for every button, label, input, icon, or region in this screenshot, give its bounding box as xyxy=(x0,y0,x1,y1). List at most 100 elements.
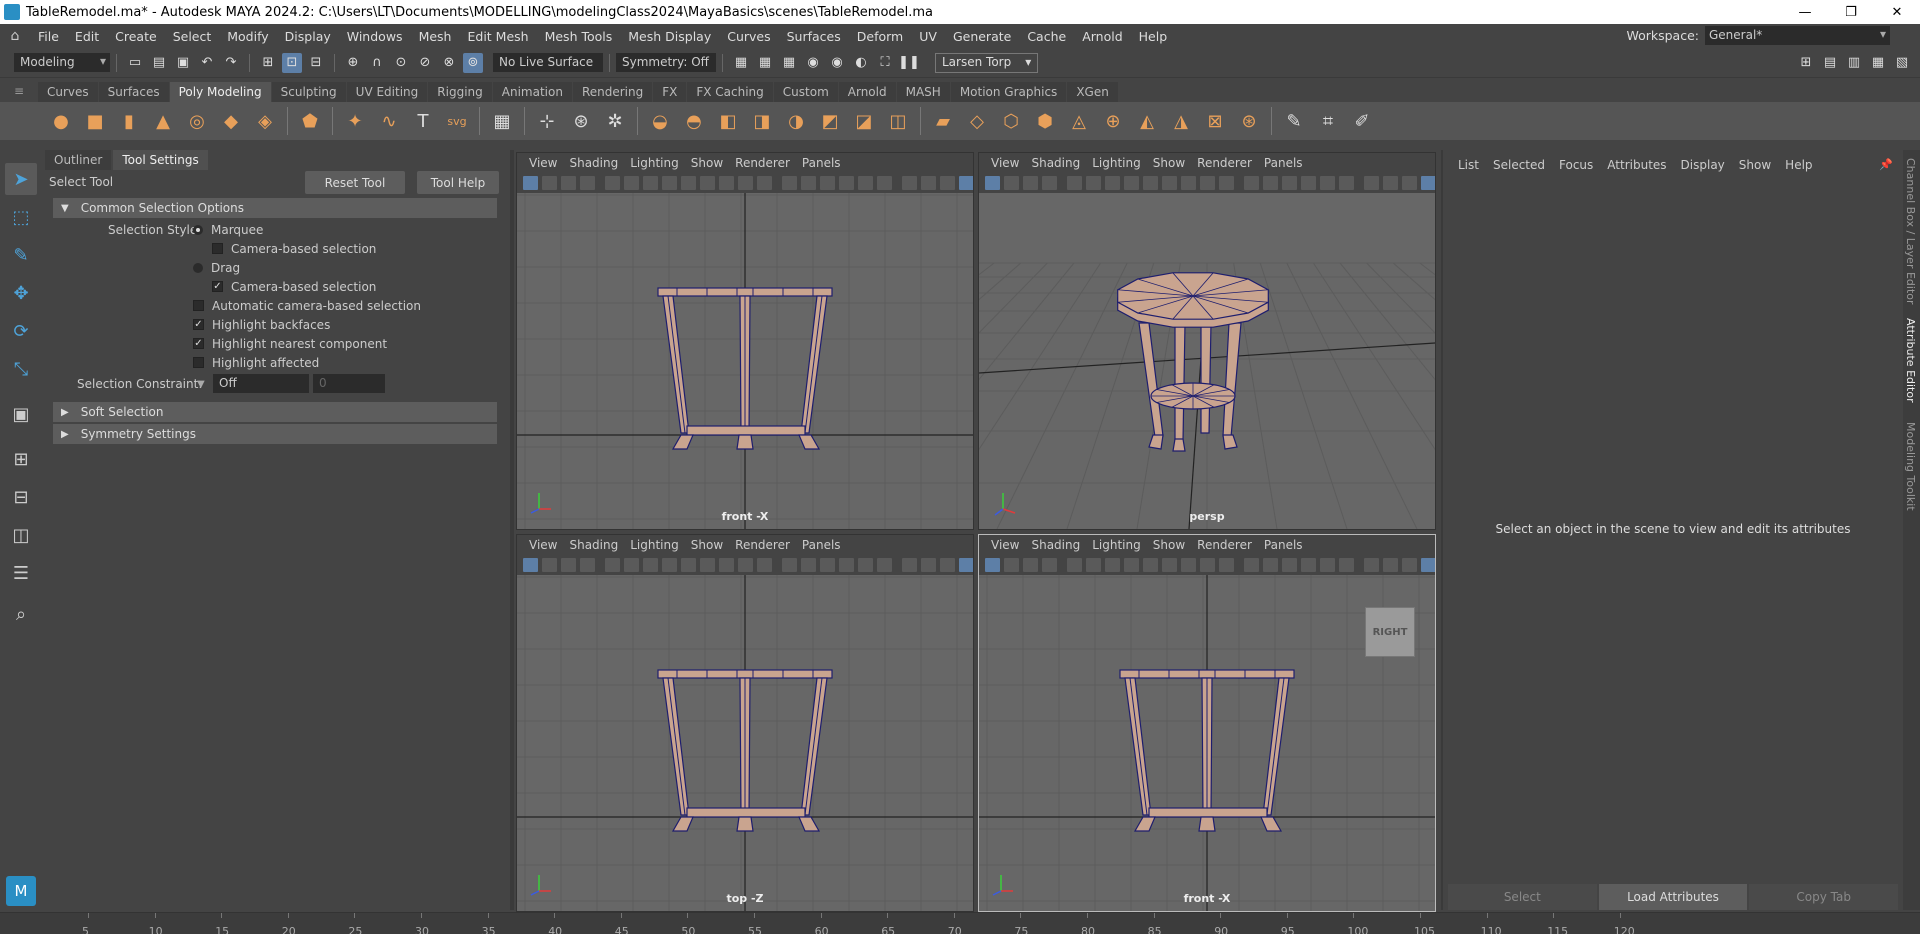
viewport-toolbar-icon[interactable] xyxy=(1402,176,1417,190)
menu-generate[interactable]: Generate xyxy=(945,29,1019,44)
viewport-menu-view[interactable]: View xyxy=(985,538,1025,552)
viewport-toolbar-icon[interactable] xyxy=(1244,176,1259,190)
viewport-toolbar-icon[interactable] xyxy=(985,558,1000,572)
viewport-toolbar-icon[interactable] xyxy=(1086,176,1101,190)
viewport-toolbar-icon[interactable] xyxy=(1162,558,1177,572)
shelf-tab-xgen[interactable]: XGen xyxy=(1067,82,1118,102)
arnold-render-icon[interactable]: ◉ xyxy=(827,53,847,73)
selection-constraint-dropdown[interactable]: Off xyxy=(213,374,309,393)
menu-windows[interactable]: Windows xyxy=(339,29,411,44)
shelf-tab-surfaces[interactable]: Surfaces xyxy=(98,82,169,102)
highlight-affected-checkbox[interactable]: Highlight affected xyxy=(193,356,319,370)
viewport-toolbar-icon[interactable] xyxy=(921,558,936,572)
viewport-menu-shading[interactable]: Shading xyxy=(1025,156,1086,170)
target-weld-icon[interactable]: ◮ xyxy=(1167,107,1195,135)
viewport-toolbar-icon[interactable] xyxy=(1301,176,1316,190)
viewport-canvas[interactable] xyxy=(517,193,973,529)
viewport-front-bottom-right[interactable]: View Shading Lighting Show Renderer Pane… xyxy=(978,534,1436,912)
tab-attribute-editor[interactable]: Attribute Editor xyxy=(1904,318,1917,403)
viewport-canvas[interactable] xyxy=(517,575,973,911)
viewport-toolbar-icon[interactable] xyxy=(523,176,538,190)
viewport-toolbar-icon[interactable] xyxy=(1143,176,1158,190)
viewport-toolbar-icon[interactable] xyxy=(1219,558,1234,572)
menu-mesh-display[interactable]: Mesh Display xyxy=(620,29,719,44)
viewport-toolbar-icon[interactable] xyxy=(1200,176,1215,190)
highlight-nearest-checkbox[interactable]: ✓ Highlight nearest component xyxy=(193,337,387,351)
menu-arnold[interactable]: Arnold xyxy=(1074,29,1130,44)
poly-cone-icon[interactable]: ▲ xyxy=(149,107,177,135)
ae-menu-focus[interactable]: Focus xyxy=(1552,158,1600,172)
lasso-tool-icon[interactable]: ⬚ xyxy=(5,201,37,233)
persp-outliner-layout-icon[interactable]: ◫ xyxy=(5,519,37,551)
collapse-icon[interactable]: ⊠ xyxy=(1201,107,1229,135)
viewport-toolbar-icon[interactable] xyxy=(820,558,835,572)
viewport-toolbar-icon[interactable] xyxy=(605,558,620,572)
maximize-button[interactable]: ❐ xyxy=(1828,0,1874,24)
live-surface-field[interactable]: No Live Surface xyxy=(493,53,603,72)
menu-mesh[interactable]: Mesh xyxy=(411,29,460,44)
menu-help[interactable]: Help xyxy=(1131,29,1176,44)
combine-icon[interactable]: ◒ xyxy=(646,107,674,135)
view-cube[interactable]: RIGHT xyxy=(1365,607,1415,657)
viewport-toolbar-icon[interactable] xyxy=(738,176,753,190)
viewport-toolbar-icon[interactable] xyxy=(940,176,955,190)
pin-icon[interactable]: 📌 xyxy=(1879,158,1893,171)
viewport-toolbar-icon[interactable] xyxy=(1402,558,1417,572)
load-attributes-button[interactable]: Load Attributes xyxy=(1598,884,1748,910)
channel-box-toggle-icon[interactable]: ▦ xyxy=(1868,53,1888,73)
viewport-toolbar-icon[interactable] xyxy=(523,558,538,572)
shelf-tab-rigging[interactable]: Rigging xyxy=(428,82,492,102)
poly-disc-icon[interactable]: ◈ xyxy=(251,107,279,135)
viewport-toolbar-icon[interactable] xyxy=(1023,558,1038,572)
menu-edit[interactable]: Edit xyxy=(67,29,107,44)
menu-select[interactable]: Select xyxy=(165,29,220,44)
undo-icon[interactable]: ↶ xyxy=(197,53,217,73)
save-scene-icon[interactable]: ▣ xyxy=(173,53,193,73)
viewport-toolbar-icon[interactable] xyxy=(700,558,715,572)
snap-surface-icon[interactable]: ⊗ xyxy=(439,53,459,73)
viewport-top-bottom-left[interactable]: View Shading Lighting Show Renderer Pane… xyxy=(516,534,974,912)
shelf-menu-icon[interactable]: ≡ xyxy=(0,80,38,102)
viewport-toolbar-icon[interactable] xyxy=(1162,176,1177,190)
paint-select-tool-icon[interactable]: ✎ xyxy=(5,239,37,271)
pause-icon[interactable]: ❚❚ xyxy=(898,53,920,73)
viewport-toolbar-icon[interactable] xyxy=(839,558,854,572)
wedge-icon[interactable]: ◬ xyxy=(1065,107,1093,135)
viewport-toolbar-icon[interactable] xyxy=(561,558,576,572)
viewport-toolbar-icon[interactable] xyxy=(940,558,955,572)
shelf-tab-animation[interactable]: Animation xyxy=(492,82,572,102)
centre-pivot-icon[interactable]: ⊹ xyxy=(533,107,561,135)
type-tool-icon[interactable]: T xyxy=(409,107,437,135)
bridge-icon[interactable]: ◫ xyxy=(884,107,912,135)
reset-tool-button[interactable]: Reset Tool xyxy=(305,171,405,194)
render-icon[interactable]: ▦ xyxy=(731,53,751,73)
viewport-menu-panels[interactable]: Panels xyxy=(1258,156,1309,170)
viewport-toolbar-icon[interactable] xyxy=(1339,176,1354,190)
shelf-tab-fx[interactable]: FX xyxy=(653,82,687,102)
menu-create[interactable]: Create xyxy=(107,29,165,44)
viewport-menu-show[interactable]: Show xyxy=(685,156,729,170)
viewport-toolbar-icon[interactable] xyxy=(643,176,658,190)
append-icon[interactable]: ◇ xyxy=(963,107,991,135)
ae-menu-selected[interactable]: Selected xyxy=(1486,158,1552,172)
camera-based-selection-checkbox-2[interactable]: ✓ Camera-based selection xyxy=(212,280,376,294)
menu-deform[interactable]: Deform xyxy=(849,29,911,44)
fill-hole-icon[interactable]: ⬡ xyxy=(997,107,1025,135)
viewport-toolbar-icon[interactable] xyxy=(1004,176,1019,190)
viewport-toolbar-icon[interactable] xyxy=(1282,558,1297,572)
ae-menu-list[interactable]: List xyxy=(1451,158,1486,172)
viewport-canvas[interactable] xyxy=(979,193,1435,529)
viewport-toolbar-icon[interactable] xyxy=(1219,176,1234,190)
viewport-toolbar-icon[interactable] xyxy=(681,558,696,572)
ae-menu-help[interactable]: Help xyxy=(1778,158,1819,172)
drag-radio[interactable]: Drag xyxy=(193,261,240,275)
viewport-toolbar-icon[interactable] xyxy=(1181,176,1196,190)
menu-uv[interactable]: UV xyxy=(911,29,945,44)
viewport-toolbar-icon[interactable] xyxy=(1301,558,1316,572)
viewport-toolbar-icon[interactable] xyxy=(1143,558,1158,572)
viewport-toolbar-icon[interactable] xyxy=(1421,558,1435,572)
workspace-dropdown[interactable]: General* xyxy=(1705,26,1890,45)
viewport-toolbar-icon[interactable] xyxy=(757,176,772,190)
viewport-toolbar-icon[interactable] xyxy=(877,558,892,572)
viewport-menu-view[interactable]: View xyxy=(985,156,1025,170)
